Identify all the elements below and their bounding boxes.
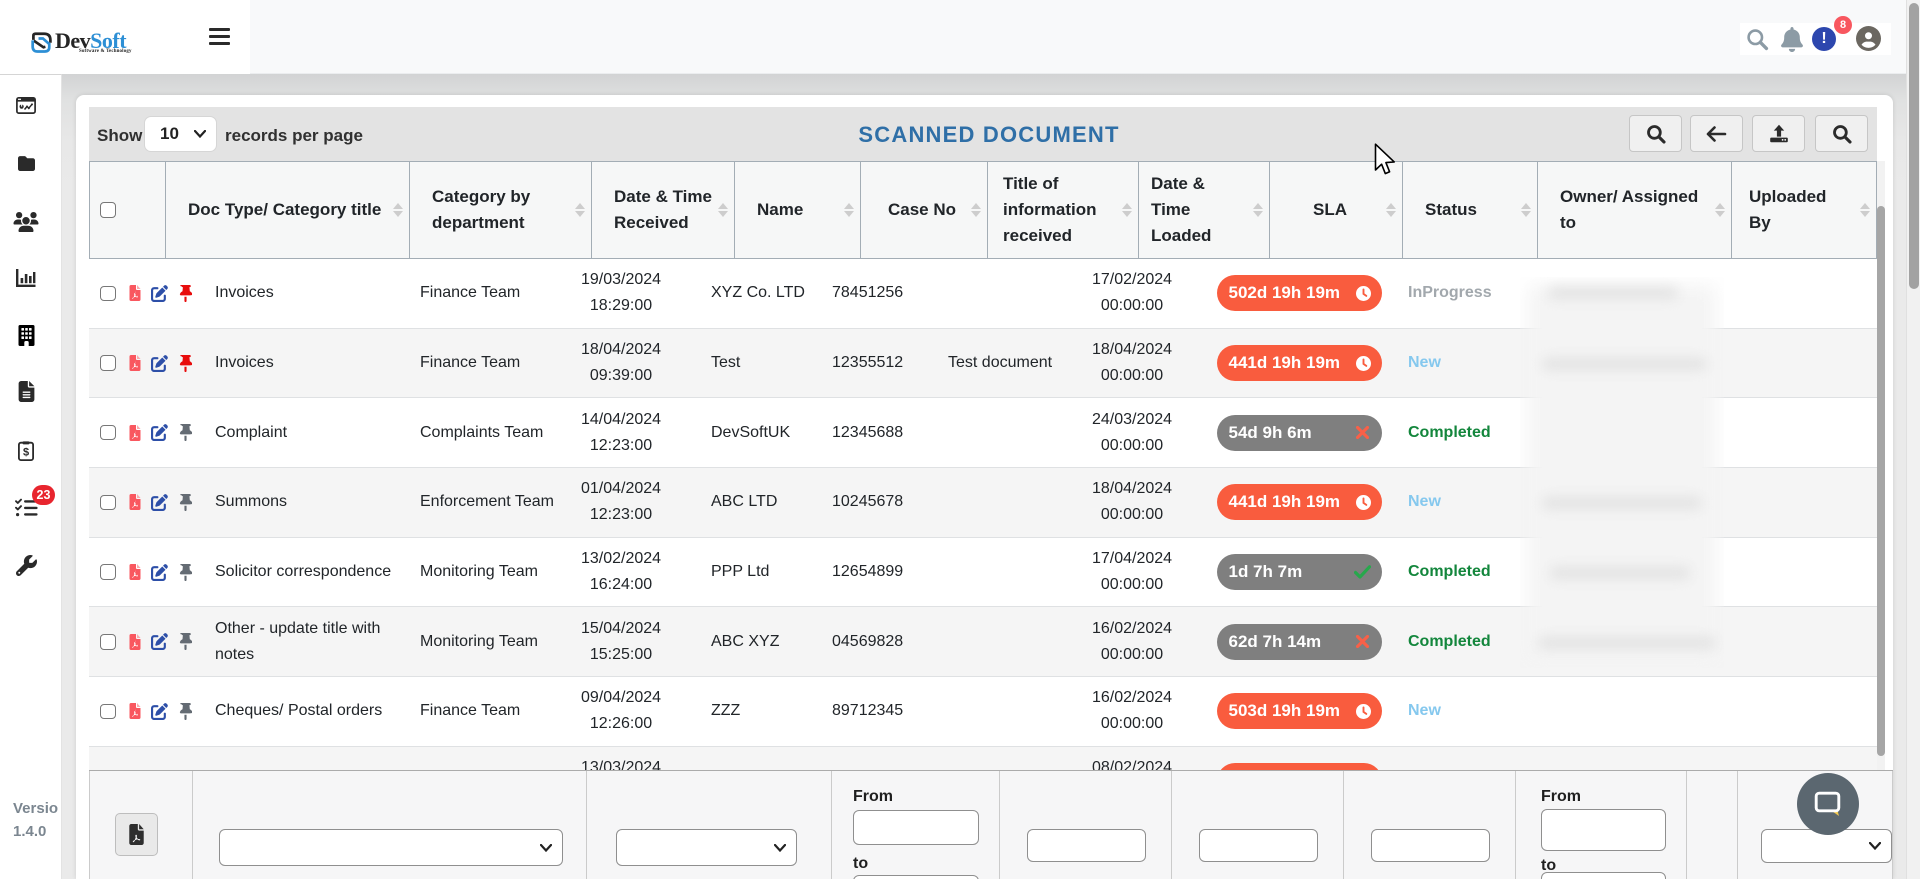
svg-text:$: $ [23, 447, 29, 459]
